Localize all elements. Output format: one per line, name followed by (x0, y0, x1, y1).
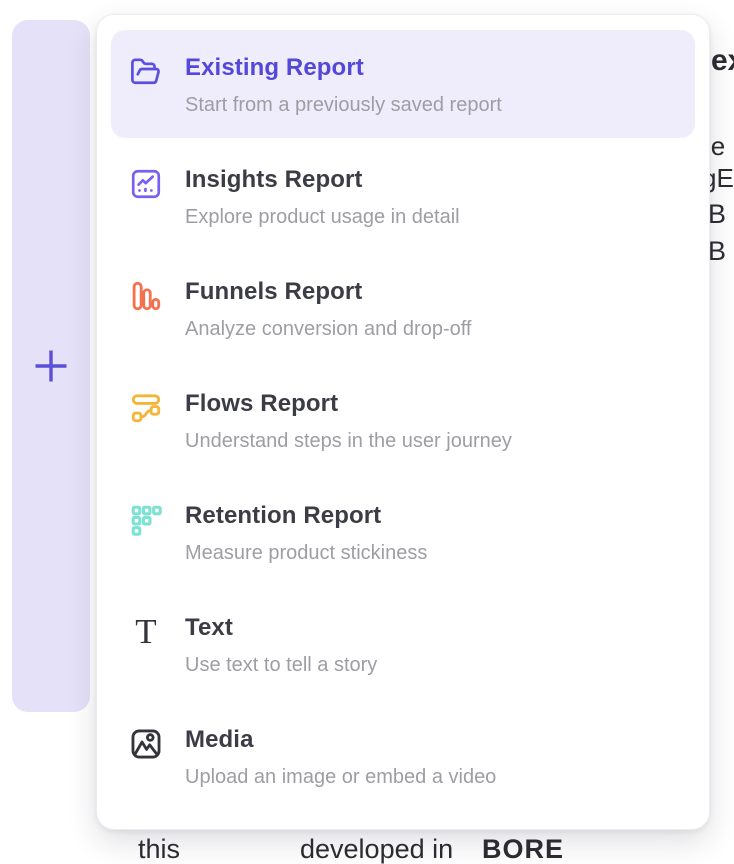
menu-item-subtitle: Upload an image or embed a video (185, 766, 496, 788)
menu-item-text-block: Retention Report Measure product stickin… (185, 503, 427, 564)
menu-item-funnels-report[interactable]: Funnels Report Analyze conversion and dr… (111, 254, 695, 362)
menu-item-text[interactable]: T Text Use text to tell a story (111, 590, 695, 698)
funnels-bars-icon (129, 279, 163, 313)
media-image-icon (129, 727, 163, 761)
menu-item-subtitle: Analyze conversion and drop-off (185, 318, 471, 340)
menu-item-media[interactable]: Media Upload an image or embed a video (111, 702, 695, 810)
menu-item-existing-report[interactable]: Existing Report Start from a previously … (111, 30, 695, 138)
menu-item-text-block: Media Upload an image or embed a video (185, 727, 496, 788)
menu-item-title: Text (185, 615, 377, 641)
menu-item-subtitle: Understand steps in the user journey (185, 430, 512, 452)
background-text-fragment: B (708, 238, 726, 265)
background-text-fragment: ex (711, 46, 734, 76)
menu-item-subtitle: Start from a previously saved report (185, 94, 502, 116)
add-report-menu: Existing Report Start from a previously … (96, 14, 710, 830)
insights-chart-icon (129, 167, 163, 201)
menu-item-title: Flows Report (185, 391, 512, 417)
menu-item-insights-report[interactable]: Insights Report Explore product usage in… (111, 142, 695, 250)
menu-item-title: Funnels Report (185, 279, 471, 305)
menu-item-text-block: Text Use text to tell a story (185, 615, 377, 676)
menu-item-text-block: Flows Report Understand steps in the use… (185, 391, 512, 452)
background-text-fragment: BORE (482, 836, 564, 863)
menu-item-text-block: Funnels Report Analyze conversion and dr… (185, 279, 471, 340)
menu-item-text-block: Insights Report Explore product usage in… (185, 167, 460, 228)
text-icon: T (129, 615, 163, 649)
add-content-rail[interactable] (12, 20, 90, 712)
menu-item-text-block: Existing Report Start from a previously … (185, 55, 502, 116)
menu-item-title: Media (185, 727, 496, 753)
menu-item-subtitle: Explore product usage in detail (185, 206, 460, 228)
background-text-fragment: this (138, 836, 180, 863)
background-text-fragment: B (708, 201, 726, 228)
menu-item-subtitle: Measure product stickiness (185, 542, 427, 564)
menu-item-title: Retention Report (185, 503, 427, 529)
menu-item-title: Existing Report (185, 55, 502, 81)
menu-item-subtitle: Use text to tell a story (185, 654, 377, 676)
menu-item-flows-report[interactable]: Flows Report Understand steps in the use… (111, 366, 695, 474)
menu-item-title: Insights Report (185, 167, 460, 193)
retention-grid-icon (129, 503, 163, 537)
background-text-fragment: developed in (300, 836, 453, 863)
flows-icon (129, 391, 163, 425)
menu-item-retention-report[interactable]: Retention Report Measure product stickin… (111, 478, 695, 586)
text-icon-glyph: T (135, 615, 156, 649)
folder-open-icon (129, 55, 163, 89)
plus-icon (33, 348, 69, 384)
